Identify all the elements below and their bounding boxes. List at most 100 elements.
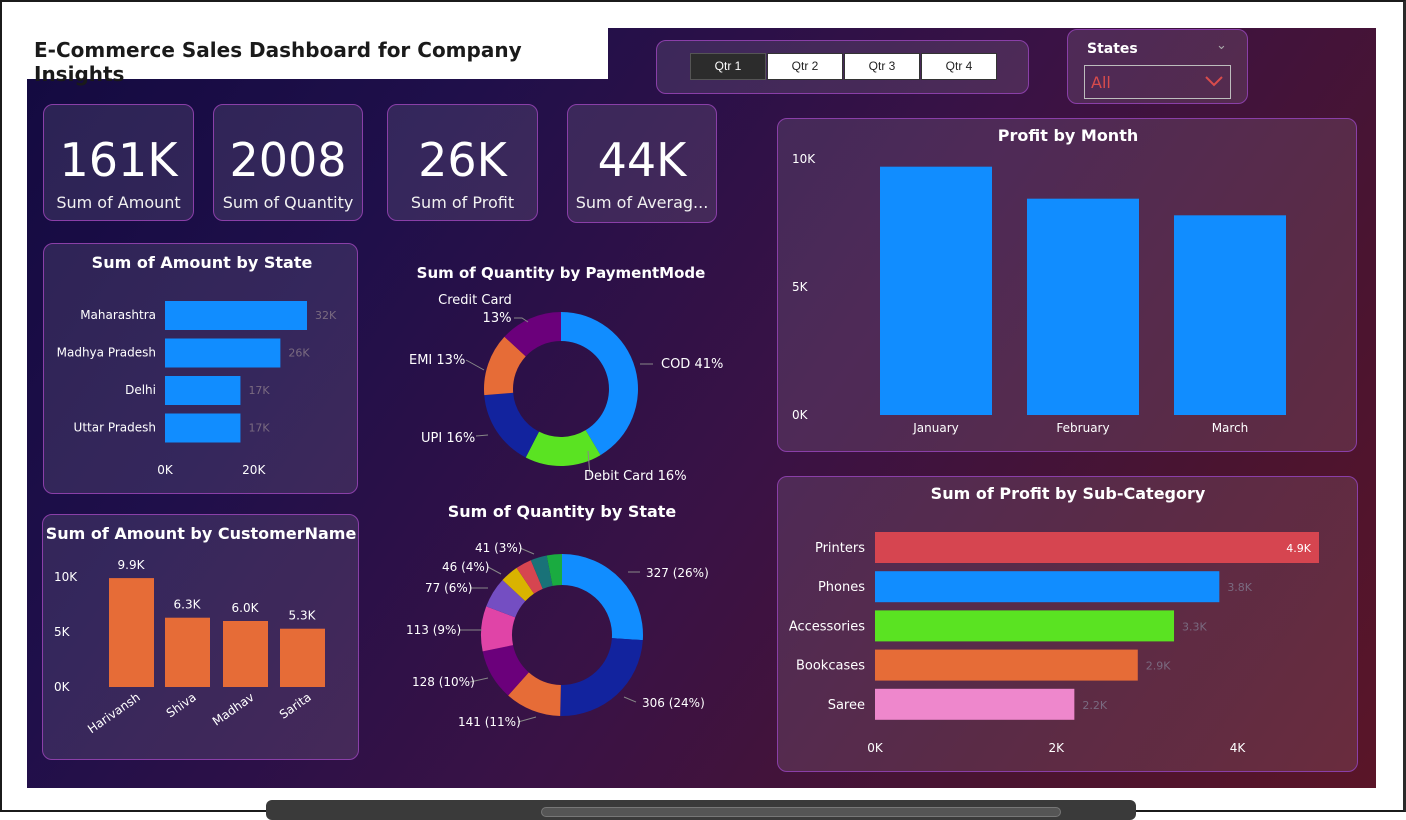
slice-label: UPI 16% bbox=[421, 431, 475, 446]
kpi-card-profit: 26K Sum of Profit bbox=[387, 104, 538, 221]
category-label: Phones bbox=[818, 580, 865, 595]
category-label: Shiva bbox=[164, 690, 199, 720]
states-dropdown-value: All bbox=[1091, 73, 1111, 92]
bar bbox=[1174, 215, 1286, 415]
chart-card-amount-by-customer: Sum of Amount by CustomerName 0K 5K 10K 9.9K… bbox=[42, 514, 359, 760]
y-tick-label: 0K bbox=[54, 680, 71, 694]
category-label: March bbox=[1212, 421, 1249, 435]
kpi-label: Sum of Profit bbox=[410, 193, 515, 212]
chart-title: Sum of Quantity by PaymentMode bbox=[417, 264, 706, 282]
bottom-scrollbar[interactable] bbox=[266, 800, 1136, 820]
quantity-by-state-chart: Sum of Quantity by State 327 (26%) 306 (24… bbox=[406, 502, 709, 729]
kpi-value: 2008 bbox=[229, 133, 347, 187]
chart-card-profit-by-month: Profit by Month 0K 5K 10K January February Mar… bbox=[777, 118, 1357, 452]
bar bbox=[165, 301, 307, 330]
category-label: Madhav bbox=[210, 690, 257, 729]
slice-label: COD 41% bbox=[661, 357, 723, 372]
kpi-card-quantity: 2008 Sum of Quantity bbox=[213, 104, 363, 221]
chart-title: Sum of Amount by CustomerName bbox=[46, 524, 357, 543]
slice-label: 46 (4%) bbox=[442, 560, 489, 574]
slice-label: 141 (11%) bbox=[458, 715, 521, 729]
bar bbox=[223, 621, 268, 687]
x-tick-label: 2K bbox=[1048, 741, 1065, 755]
bar bbox=[280, 628, 325, 687]
x-tick-label: 4K bbox=[1230, 741, 1247, 755]
chart-title: Sum of Amount by State bbox=[92, 253, 313, 272]
slice-label: 128 (10%) bbox=[412, 675, 475, 689]
dashboard-title-box: E-Commerce Sales Dashboard for Company I… bbox=[27, 28, 608, 86]
x-tick-label: 0K bbox=[157, 463, 174, 477]
data-label: 6.3K bbox=[174, 598, 202, 612]
category-label: Madhya Pradesh bbox=[57, 346, 156, 360]
slice-label: 306 (24%) bbox=[642, 696, 705, 710]
states-slicer-label: States bbox=[1087, 41, 1138, 57]
x-tick-label: 0K bbox=[867, 741, 884, 755]
state-slice bbox=[560, 638, 643, 716]
payment-slice bbox=[561, 312, 638, 456]
scrollbar-thumb[interactable] bbox=[541, 807, 1061, 817]
y-tick-label: 0K bbox=[792, 408, 809, 422]
data-label: 4.9K bbox=[1286, 542, 1311, 555]
dashboard-title: E-Commerce Sales Dashboard for Company I… bbox=[34, 38, 522, 86]
bar bbox=[875, 532, 1319, 563]
bar bbox=[875, 688, 1075, 720]
slice-label: 77 (6%) bbox=[425, 581, 472, 595]
data-label: 17K bbox=[248, 384, 270, 397]
bar bbox=[875, 610, 1175, 642]
data-label: 3.3K bbox=[1182, 620, 1207, 633]
data-label: 2.9K bbox=[1146, 660, 1171, 673]
slice-label: Debit Card 16% bbox=[584, 469, 687, 484]
leader-line bbox=[487, 566, 502, 575]
bar bbox=[165, 413, 241, 443]
category-label: Delhi bbox=[125, 383, 156, 397]
category-label: Uttar Pradesh bbox=[74, 421, 156, 435]
category-label: January bbox=[912, 421, 959, 435]
kpi-card-amount: 161K Sum of Amount bbox=[43, 104, 194, 221]
quantity-by-paymentmode-chart: Sum of Quantity by PaymentMode COD 41% Deb… bbox=[409, 264, 723, 484]
kpi-value: 26K bbox=[418, 133, 507, 187]
quarter-button-4[interactable]: Qtr 4 bbox=[921, 53, 997, 80]
bar bbox=[875, 571, 1220, 603]
states-dropdown[interactable]: All bbox=[1084, 65, 1231, 99]
chart-title: Sum of Profit by Sub-Category bbox=[931, 484, 1206, 503]
category-label: February bbox=[1056, 421, 1109, 435]
data-label: 3.8K bbox=[1227, 581, 1252, 594]
quarter-button-2[interactable]: Qtr 2 bbox=[767, 53, 843, 80]
chevron-down-icon[interactable]: ⌄ bbox=[1216, 38, 1227, 53]
y-tick-label: 5K bbox=[54, 625, 71, 639]
category-label: Maharashtra bbox=[80, 308, 156, 322]
chart-card-profit-by-subcategory: Sum of Profit by Sub-Category Printers 4.9… bbox=[777, 476, 1358, 772]
kpi-label: Sum of Averag... bbox=[575, 193, 709, 212]
kpi-card-average: 44K Sum of Averag... bbox=[567, 104, 717, 223]
quarter-button-3[interactable]: Qtr 3 bbox=[844, 53, 920, 80]
slice-label: EMI 13% bbox=[409, 353, 465, 368]
data-label: 9.9K bbox=[118, 558, 146, 572]
profit-by-month-chart: Profit by Month 0K 5K 10K January February Mar… bbox=[792, 126, 1286, 435]
kpi-label: Sum of Amount bbox=[56, 193, 181, 212]
slice-label: 327 (26%) bbox=[646, 566, 709, 580]
bar bbox=[875, 649, 1138, 681]
kpi-label: Sum of Quantity bbox=[222, 193, 354, 212]
states-slicer: States ⌄ All bbox=[1067, 29, 1248, 104]
data-label: 26K bbox=[288, 347, 310, 360]
chevron-down-icon bbox=[1205, 76, 1223, 87]
category-label: Saree bbox=[828, 698, 865, 713]
data-label: 2.2K bbox=[1082, 699, 1107, 712]
y-tick-label: 10K bbox=[792, 152, 816, 166]
slice-label: 41 (3%) bbox=[475, 541, 522, 555]
category-label: Bookcases bbox=[796, 659, 865, 674]
category-label: Harivansh bbox=[85, 690, 143, 736]
data-label: 32K bbox=[315, 309, 337, 322]
kpi-value: 44K bbox=[597, 133, 687, 187]
bar bbox=[880, 166, 992, 415]
bar bbox=[165, 376, 241, 405]
amount-by-customer-chart: Sum of Amount by CustomerName 0K 5K 10K 9.9K… bbox=[46, 524, 357, 736]
data-label: 5.3K bbox=[289, 609, 317, 623]
chart-title: Sum of Quantity by State bbox=[448, 502, 677, 521]
category-label: Accessories bbox=[789, 619, 865, 634]
y-tick-label: 10K bbox=[54, 570, 78, 584]
bar bbox=[165, 338, 281, 368]
quarter-button-1[interactable]: Qtr 1 bbox=[690, 53, 766, 80]
category-label: Printers bbox=[815, 541, 865, 556]
data-label: 17K bbox=[248, 422, 270, 435]
